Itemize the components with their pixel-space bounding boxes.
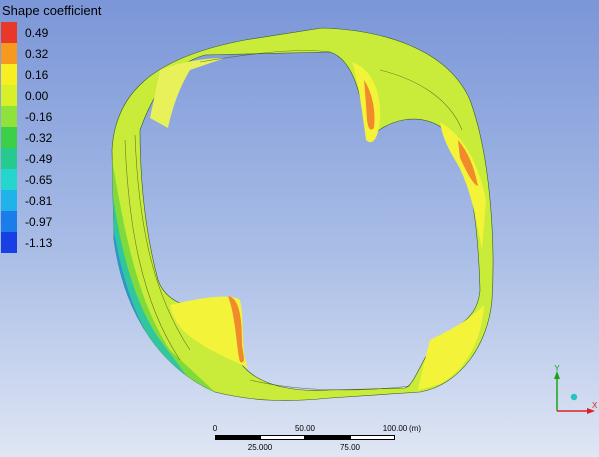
scale-label-top: 50.00 bbox=[294, 424, 316, 433]
scale-label-bottom: 25.000 bbox=[247, 443, 273, 452]
scale-segment bbox=[260, 435, 305, 440]
scale-label-top: 100.00 bbox=[382, 424, 408, 433]
axis-triad: Y X bbox=[554, 365, 597, 414]
scale-segment bbox=[305, 435, 350, 440]
scale-segment bbox=[350, 435, 395, 440]
scale-label-top: 0 bbox=[212, 424, 218, 433]
scale-bar: 0 50.00 100.00 (m) 25.000 75.00 bbox=[205, 424, 425, 454]
svg-text:Y: Y bbox=[554, 365, 560, 373]
scale-label-bottom: 75.00 bbox=[339, 443, 361, 452]
scale-segment bbox=[215, 435, 260, 440]
contour-plot bbox=[111, 27, 494, 401]
scale-label-top: (m) bbox=[409, 424, 421, 433]
svg-text:X: X bbox=[592, 401, 597, 410]
